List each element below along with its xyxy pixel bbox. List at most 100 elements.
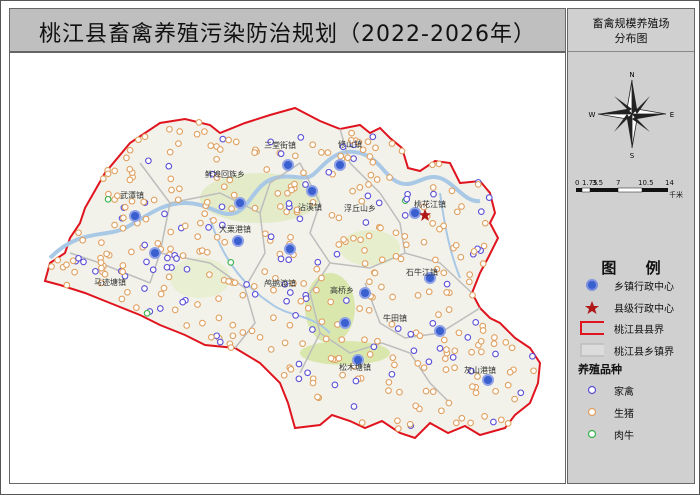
farm-dot — [157, 290, 165, 298]
township-center-marker[interactable] — [334, 159, 346, 171]
farm-dot — [216, 338, 224, 346]
county-boundary-icon — [580, 321, 604, 335]
farm-dot — [386, 174, 393, 181]
farm-dot — [318, 318, 326, 326]
farm-dot — [492, 350, 499, 358]
farm-dot — [432, 256, 439, 264]
farm-dot — [435, 160, 443, 168]
farm-dot — [285, 200, 293, 207]
farm-dot — [123, 154, 130, 162]
farm-dot — [529, 352, 536, 360]
farm-dot — [481, 219, 489, 227]
map-canvas[interactable]: 三堂街镇 修山镇 鲊埠回族乡 武潭镇 沾溪镇 浮丘山乡 桃花江镇 大栗港镇 马迹塘镇 鸬鹚渡镇 高桥… — [9, 52, 566, 484]
farm-dot — [203, 248, 211, 256]
farm-dot — [394, 425, 402, 432]
farm-dot — [163, 263, 171, 271]
township-center-marker[interactable] — [359, 287, 371, 299]
farm-dot — [69, 257, 77, 265]
farm-dot — [220, 183, 228, 191]
farm-dot — [133, 304, 140, 311]
township-center-marker[interactable] — [409, 207, 421, 219]
township-center-marker[interactable] — [282, 159, 294, 171]
compass-w: W — [589, 111, 596, 119]
township-center-marker[interactable] — [339, 317, 351, 329]
farm-dot — [366, 351, 374, 358]
farm-dot — [388, 140, 396, 147]
farm-dot — [469, 291, 476, 299]
farm-dot — [150, 196, 158, 204]
farm-dot — [410, 347, 418, 355]
farm-dot — [472, 319, 480, 326]
farm-dot — [490, 340, 498, 348]
township-center-marker[interactable] — [149, 247, 161, 259]
legend-label: 县级行政中心 — [614, 304, 674, 315]
farm-dot — [443, 346, 450, 353]
legend-label: 乡镇行政中心 — [614, 282, 674, 293]
town-label: 浮丘山乡 — [344, 203, 376, 213]
farm-dot — [407, 330, 415, 338]
farm-dot — [171, 306, 179, 314]
farm-dot — [176, 185, 183, 193]
township-center-marker[interactable] — [306, 185, 318, 197]
farm-dot — [442, 366, 450, 373]
farm-dot — [469, 383, 476, 390]
farm-dot — [119, 262, 127, 269]
farm-dot — [104, 195, 112, 203]
township-center-marker[interactable] — [434, 325, 446, 337]
farm-dot — [302, 181, 309, 188]
farm-dot — [443, 289, 451, 296]
farm-dot — [103, 250, 110, 258]
farm-dot — [118, 295, 126, 303]
farm-dot — [349, 187, 356, 195]
legend: 图 例 — [568, 257, 694, 278]
farm-dot — [378, 256, 386, 264]
township-center-marker[interactable] — [129, 210, 141, 222]
compass-e: E — [670, 111, 674, 119]
side-title-line-1: 畜禽规模养殖场 — [592, 17, 670, 30]
farm-dot — [295, 360, 303, 368]
farm-dot — [420, 364, 428, 372]
farm-dot — [285, 256, 293, 264]
farm-dot — [374, 337, 381, 345]
farm-dot — [325, 168, 333, 176]
farm-dot — [98, 264, 105, 272]
farm-dot — [375, 199, 383, 207]
farm-dot — [449, 354, 457, 361]
town-label: 修山镇 — [338, 139, 362, 149]
farm-dot — [229, 332, 237, 340]
farm-dot — [338, 336, 346, 343]
township-center-marker[interactable] — [232, 235, 244, 247]
pig-dot-icon — [587, 407, 597, 417]
farm-dot — [231, 279, 239, 287]
township-center-marker[interactable] — [284, 243, 296, 255]
farm-dot — [98, 239, 105, 246]
farm-dot — [451, 347, 459, 355]
farm-dot — [287, 365, 295, 373]
farm-dot — [126, 165, 134, 173]
farm-dot — [366, 278, 373, 286]
farm-dot — [314, 393, 321, 401]
farm-dot — [183, 265, 191, 273]
scale-tick: 14 — [665, 179, 674, 187]
township-center-marker[interactable] — [234, 197, 246, 209]
farm-dot — [389, 293, 396, 301]
town-label: 武潭镇 — [120, 190, 144, 200]
township-center-marker[interactable] — [482, 374, 494, 386]
farm-dot — [414, 360, 422, 367]
farm-dot — [468, 348, 475, 356]
farm-dot — [343, 297, 350, 304]
farm-dot — [156, 305, 164, 312]
farm-dot — [270, 286, 277, 294]
farm-dot — [75, 254, 82, 262]
green-area — [170, 258, 230, 298]
farm-dot — [80, 258, 87, 266]
farm-dot — [291, 180, 298, 188]
town-label: 三堂街镇 — [264, 140, 296, 150]
farm-dot — [221, 238, 229, 246]
farm-dot — [394, 417, 401, 425]
farm-dot — [280, 371, 288, 379]
farm-dot — [401, 212, 409, 219]
separator — [568, 51, 694, 52]
county-center-star-icon — [585, 301, 599, 314]
farm-dot — [215, 314, 223, 322]
